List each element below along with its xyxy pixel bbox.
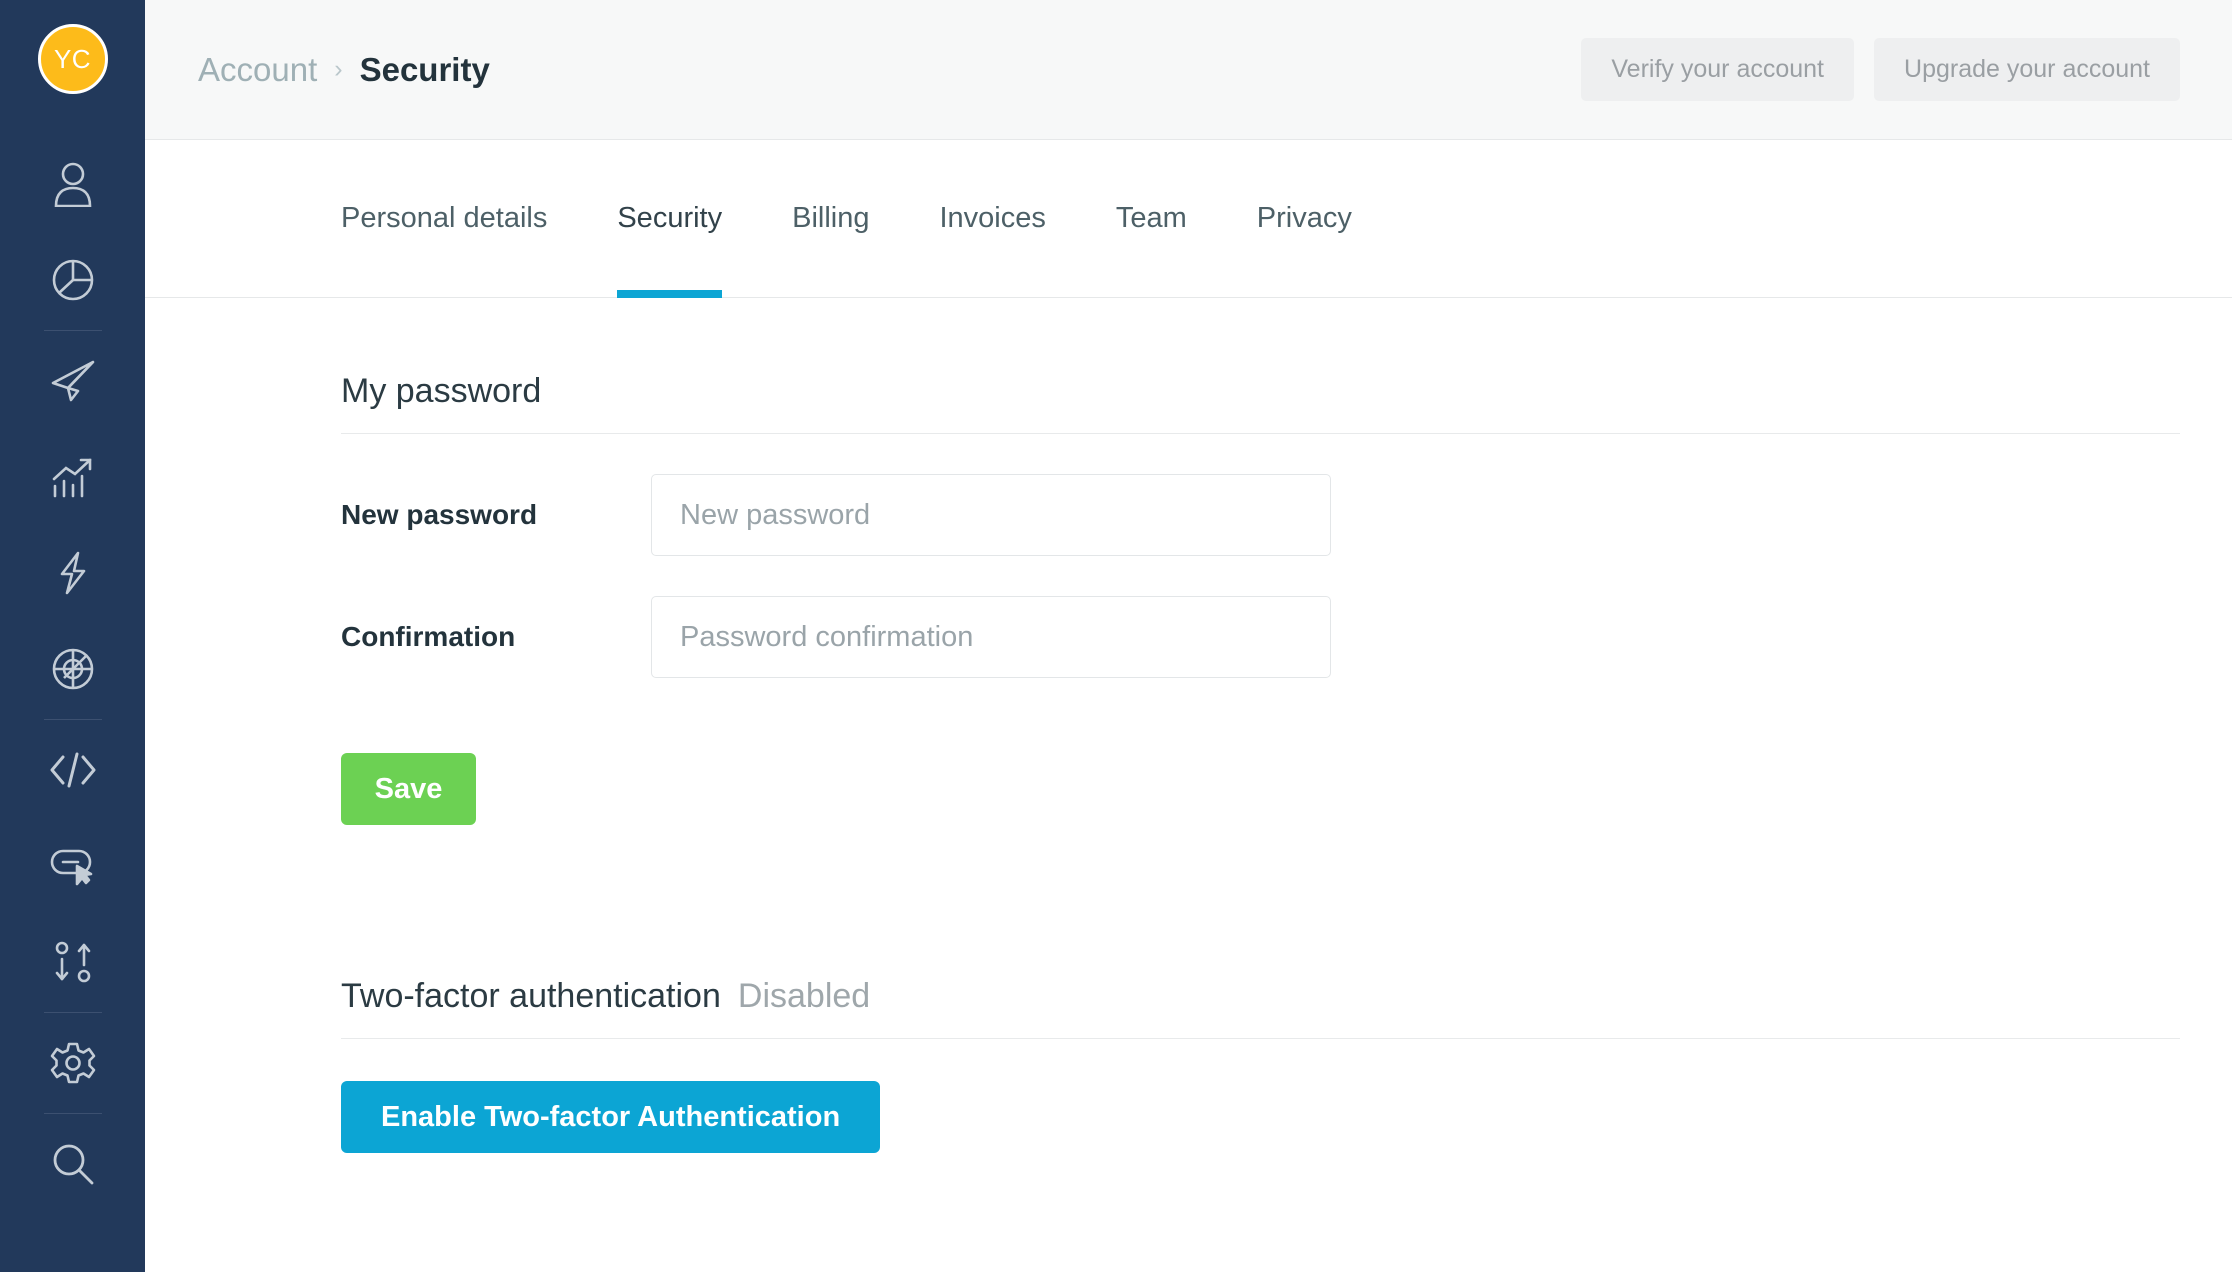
growth-chart-icon [50,454,96,500]
sidebar-item-reports[interactable] [0,429,145,525]
two-factor-section: Two-factor authentication Disabled Enabl… [341,903,2180,1153]
sidebar-divider [44,1012,102,1013]
my-password-title: My password [341,372,541,411]
topbar: Account › Security Verify your account U… [145,0,2232,140]
sidebar-item-profile[interactable] [0,136,145,232]
new-password-row: New password [341,474,2180,556]
code-brackets-icon [48,749,98,791]
lightning-bolt-icon [52,550,94,596]
tab-billing[interactable]: Billing [792,140,869,298]
search-icon [50,1141,96,1187]
sidebar-item-transfers[interactable] [0,914,145,1010]
sidebar-divider [44,330,102,331]
new-password-input[interactable] [651,474,1331,556]
paper-plane-icon [49,357,97,405]
sidebar-item-search[interactable] [0,1116,145,1212]
breadcrumb: Account › Security [198,51,490,89]
pie-chart-icon [50,257,96,303]
chat-bubble-cursor-icon [48,844,98,888]
tab-personal-details[interactable]: Personal details [341,140,547,298]
gear-icon [50,1040,96,1086]
avatar-initials: YC [54,44,91,75]
two-factor-title: Two-factor authentication [341,977,721,1016]
tab-invoices[interactable]: Invoices [939,140,1045,298]
topbar-actions: Verify your account Upgrade your account [1581,38,2180,101]
tab-bar: Personal details Security Billing Invoic… [145,140,2232,298]
sidebar-item-website[interactable] [0,621,145,717]
sidebar: YC [0,0,145,1272]
sidebar-item-campaigns[interactable] [0,333,145,429]
enable-two-factor-button[interactable]: Enable Two-factor Authentication [341,1081,880,1153]
tab-privacy[interactable]: Privacy [1257,140,1352,298]
main-area: Account › Security Verify your account U… [145,0,2240,1272]
verify-account-button[interactable]: Verify your account [1581,38,1854,101]
upgrade-account-button[interactable]: Upgrade your account [1874,38,2180,101]
sidebar-divider [44,1113,102,1114]
sidebar-divider [44,719,102,720]
content-area: My password New password Confirmation Sa… [145,298,2232,1153]
confirmation-row: Confirmation [341,596,2180,678]
app-root: YC [0,0,2240,1272]
sidebar-item-developers[interactable] [0,722,145,818]
save-button[interactable]: Save [341,753,476,825]
sidebar-item-automation[interactable] [0,525,145,621]
tab-security[interactable]: Security [617,140,722,298]
avatar[interactable]: YC [38,24,108,94]
chevron-right-icon: › [334,55,342,84]
two-factor-header: Two-factor authentication Disabled [341,903,2180,1039]
breadcrumb-account-link[interactable]: Account [198,51,317,89]
confirmation-label: Confirmation [341,621,651,653]
my-password-header: My password [341,298,2180,434]
sidebar-item-chat[interactable] [0,818,145,914]
password-confirmation-input[interactable] [651,596,1331,678]
new-password-label: New password [341,499,651,531]
globe-target-icon [50,646,96,692]
transfer-arrows-icon [50,939,96,985]
sidebar-item-analytics[interactable] [0,232,145,328]
page-title: Security [360,51,490,89]
user-icon [51,161,95,207]
status-badge: Disabled [738,977,870,1016]
sidebar-item-settings[interactable] [0,1015,145,1111]
tab-team[interactable]: Team [1116,140,1187,298]
